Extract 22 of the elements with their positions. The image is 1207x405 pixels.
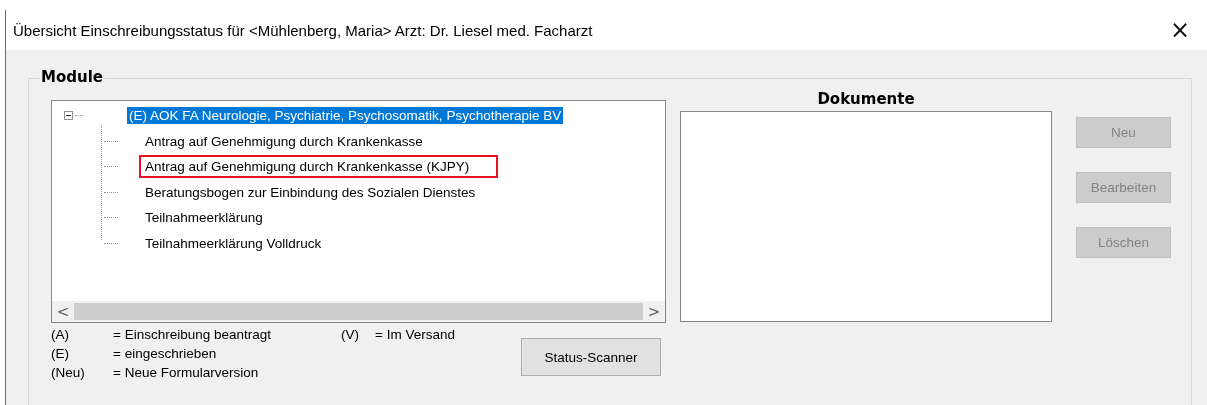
collapse-icon[interactable] [64,111,73,121]
horizontal-scrollbar[interactable]: < > [52,301,665,322]
legend-code: (E) [51,345,70,362]
legend-text: = eingeschrieben [113,345,218,362]
scroll-right-button[interactable]: > [643,302,665,321]
legend-text: = Einschreibung beantragt [113,326,272,343]
tree-item[interactable]: Teilnahmeerklärung Volldruck [142,234,325,252]
tree-item[interactable]: Teilnahmeerklärung [142,209,266,227]
legend-text: = Neue Formularversion [113,364,260,381]
close-button[interactable]: × [1163,18,1196,42]
scroll-left-button[interactable]: < [52,302,74,321]
legend-text: = Im Versand [375,326,455,343]
tree-item[interactable]: Beratungsbogen zur Einbindung des Sozialen Dienstes [142,183,479,201]
window-title: Übersicht Einschreibungsstatus für <Mühlenberg, Maria> Arzt: Dr. Liesel med. Facharzt [13,21,593,39]
legend-code: (A) [51,326,70,343]
tree-item[interactable]: (E) AOK FA Neurologie, Psychiatrie, Psychosomatik, Psychotherapie BV [127,107,564,125]
documents-title: Dokumente [817,90,915,110]
legend-code: (V) [341,326,360,343]
tree-item[interactable]: Antrag auf Genehmigung durch Krankenkasse (KJPY) [142,158,496,176]
status-scanner-button[interactable]: Status-Scanner [521,338,661,376]
legend-code: (Neu) [51,364,86,381]
tree-item[interactable]: Antrag auf Genehmigung durch Krankenkasse [142,132,426,150]
